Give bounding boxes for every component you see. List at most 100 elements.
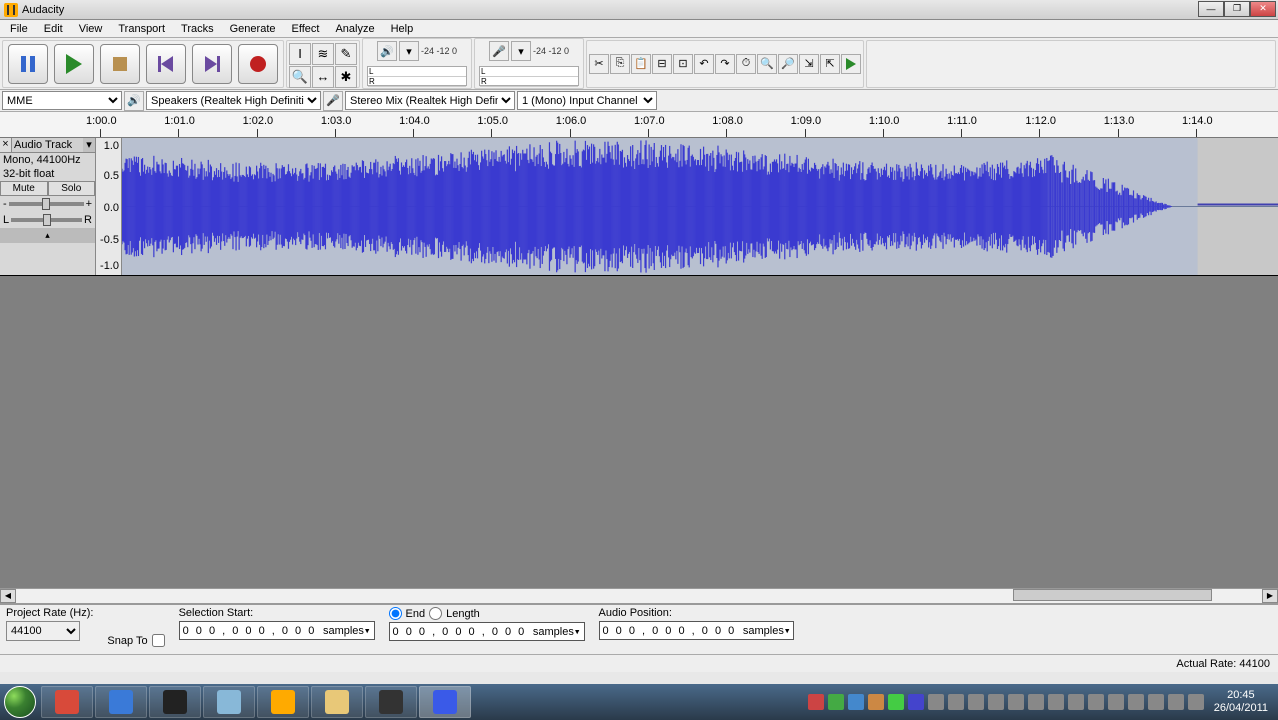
tray-icon[interactable]: [1048, 694, 1064, 710]
paste-button[interactable]: 📋: [631, 54, 651, 74]
taskbar-app-movie[interactable]: [149, 686, 201, 718]
menu-transport[interactable]: Transport: [110, 22, 173, 36]
menu-effect[interactable]: Effect: [284, 22, 328, 36]
track-name[interactable]: Audio Track: [12, 138, 83, 152]
selection-tool[interactable]: I: [289, 43, 311, 65]
menu-generate[interactable]: Generate: [222, 22, 284, 36]
record-meter[interactable]: L R: [479, 66, 579, 86]
zoom-tool[interactable]: 🔍: [289, 66, 311, 88]
menu-analyze[interactable]: Analyze: [327, 22, 382, 36]
scroll-right-button[interactable]: ▶: [1262, 589, 1278, 603]
project-rate-select[interactable]: 44100: [6, 621, 80, 641]
tray-icon[interactable]: [888, 694, 904, 710]
snap-to-checkbox[interactable]: [152, 634, 165, 647]
copy-button[interactable]: ⎘: [610, 54, 630, 74]
timeshift-tool[interactable]: ↔: [312, 66, 334, 88]
tray-icon[interactable]: [1028, 694, 1044, 710]
tray-icon[interactable]: [1188, 694, 1204, 710]
cut-button[interactable]: ✂: [589, 54, 609, 74]
trim-button[interactable]: ⊟: [652, 54, 672, 74]
vscale-label: 0.5: [104, 170, 119, 182]
tray-icon[interactable]: [1108, 694, 1124, 710]
tray-icon[interactable]: [928, 694, 944, 710]
menu-tracks[interactable]: Tracks: [173, 22, 222, 36]
record-button[interactable]: [238, 44, 278, 84]
playback-meter[interactable]: L R: [367, 66, 467, 86]
meter-dropdown-icon[interactable]: ▾: [399, 41, 419, 61]
taskbar-app-notepad[interactable]: [203, 686, 255, 718]
end-radio[interactable]: [389, 607, 402, 620]
taskbar-app-ie[interactable]: [95, 686, 147, 718]
tray-icon[interactable]: [908, 694, 924, 710]
output-device-select[interactable]: Speakers (Realtek High Definiti: [146, 91, 321, 110]
meter-dropdown-icon[interactable]: ▾: [511, 41, 531, 61]
maximize-button[interactable]: ❐: [1224, 1, 1250, 17]
play-at-speed-button[interactable]: [841, 54, 861, 74]
track-menu-dropdown[interactable]: ▾: [83, 138, 95, 152]
fit-selection-button[interactable]: ⇲: [799, 54, 819, 74]
skip-start-button[interactable]: [146, 44, 186, 84]
taskbar-app-camtasia[interactable]: [419, 686, 471, 718]
mute-button[interactable]: Mute: [0, 181, 48, 196]
pause-button[interactable]: [8, 44, 48, 84]
stop-button[interactable]: [100, 44, 140, 84]
zoom-out-button[interactable]: 🔎: [778, 54, 798, 74]
mic-icon[interactable]: 🎤: [489, 41, 509, 61]
menu-help[interactable]: Help: [383, 22, 422, 36]
tray-icon[interactable]: [1008, 694, 1024, 710]
selection-end-field[interactable]: 0 0 0 , 0 0 0 , 0 0 0 samples▾: [389, 622, 585, 641]
track-close-button[interactable]: ×: [0, 138, 12, 152]
taskbar-app-chrome[interactable]: [41, 686, 93, 718]
length-radio[interactable]: [429, 607, 442, 620]
tray-icon[interactable]: [988, 694, 1004, 710]
silence-button[interactable]: ⊡: [673, 54, 693, 74]
audio-position-field[interactable]: 0 0 0 , 0 0 0 , 0 0 0 samples▾: [599, 621, 795, 640]
input-device-select[interactable]: Stereo Mix (Realtek High Definit: [345, 91, 515, 110]
minimize-button[interactable]: —: [1198, 1, 1224, 17]
multi-tool[interactable]: ✱: [335, 66, 357, 88]
menu-edit[interactable]: Edit: [36, 22, 71, 36]
gain-slider[interactable]: [9, 202, 84, 206]
host-api-select[interactable]: MME: [2, 91, 122, 110]
tray-icon[interactable]: [808, 694, 824, 710]
tray-icon[interactable]: [968, 694, 984, 710]
speaker-icon[interactable]: 🔊: [377, 41, 397, 61]
horizontal-scrollbar[interactable]: ◀ ▶: [0, 588, 1278, 604]
taskbar-app-folder[interactable]: [311, 686, 363, 718]
tray-icon[interactable]: [1168, 694, 1184, 710]
collapse-row[interactable]: ▴: [0, 228, 95, 243]
play-button[interactable]: [54, 44, 94, 84]
tray-icon[interactable]: [1128, 694, 1144, 710]
fit-project-button[interactable]: ⇱: [820, 54, 840, 74]
start-button[interactable]: [0, 684, 40, 720]
scroll-thumb[interactable]: [1013, 589, 1212, 601]
waveform-display[interactable]: [122, 138, 1278, 275]
envelope-tool[interactable]: ≋: [312, 43, 334, 65]
taskbar-app-audacity[interactable]: [257, 686, 309, 718]
scroll-track[interactable]: [16, 589, 1262, 603]
selection-start-field[interactable]: 0 0 0 , 0 0 0 , 0 0 0 samples▾: [179, 621, 375, 640]
timeline-ruler[interactable]: 1:00.01:01.01:02.01:03.01:04.01:05.01:06…: [0, 112, 1278, 138]
tray-icon[interactable]: [848, 694, 864, 710]
taskbar-clock[interactable]: 20:45 26/04/2011: [1208, 689, 1274, 715]
undo-button[interactable]: ↶: [694, 54, 714, 74]
pan-slider[interactable]: [11, 218, 82, 222]
redo-button[interactable]: ↷: [715, 54, 735, 74]
tray-icon[interactable]: [1068, 694, 1084, 710]
sync-lock-button[interactable]: ⏱: [736, 54, 756, 74]
tray-icon[interactable]: [1088, 694, 1104, 710]
menu-file[interactable]: File: [2, 22, 36, 36]
menu-view[interactable]: View: [71, 22, 111, 36]
tray-icon[interactable]: [828, 694, 844, 710]
close-button[interactable]: ✕: [1250, 1, 1276, 17]
input-channels-select[interactable]: 1 (Mono) Input Channel: [517, 91, 657, 110]
taskbar-app-cmd[interactable]: [365, 686, 417, 718]
scroll-left-button[interactable]: ◀: [0, 589, 16, 603]
tray-icon[interactable]: [868, 694, 884, 710]
skip-end-button[interactable]: [192, 44, 232, 84]
zoom-in-button[interactable]: 🔍: [757, 54, 777, 74]
draw-tool[interactable]: ✎: [335, 43, 357, 65]
tray-icon[interactable]: [948, 694, 964, 710]
tray-icon[interactable]: [1148, 694, 1164, 710]
solo-button[interactable]: Solo: [48, 181, 96, 196]
